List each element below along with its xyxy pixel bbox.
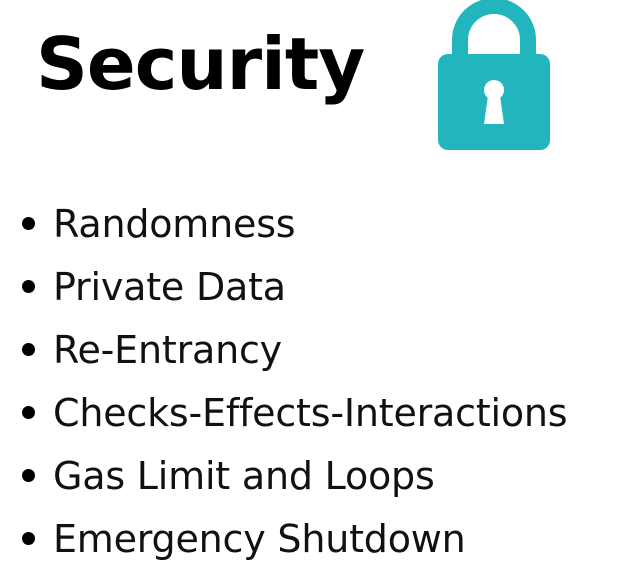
lock-icon bbox=[438, 0, 550, 150]
security-slide: Security Randomness Private Data Re-Entr… bbox=[0, 0, 630, 575]
list-item-label: Checks-Effects-Interactions bbox=[53, 390, 568, 435]
bullet-icon bbox=[22, 280, 35, 293]
list-item: Private Data bbox=[22, 255, 567, 318]
bullet-icon bbox=[22, 217, 35, 230]
list-item: Emergency Shutdown bbox=[22, 507, 567, 570]
bullet-icon bbox=[22, 406, 35, 419]
bullet-icon bbox=[22, 532, 35, 545]
security-topics-list: Randomness Private Data Re-Entrancy Chec… bbox=[22, 192, 568, 570]
bullet-icon bbox=[22, 343, 35, 356]
list-item: Checks-Effects-Interactions bbox=[22, 381, 568, 444]
lock-shackle bbox=[452, 0, 536, 62]
list-item-label: Emergency Shutdown bbox=[53, 516, 466, 561]
list-item: Re-Entrancy bbox=[22, 318, 567, 381]
list-item-label: Gas Limit and Loops bbox=[53, 453, 435, 498]
page-title: Security bbox=[36, 22, 365, 106]
list-item-label: Randomness bbox=[53, 201, 296, 246]
list-item-label: Private Data bbox=[53, 264, 286, 309]
list-item-label: Re-Entrancy bbox=[53, 327, 282, 372]
list-item: Gas Limit and Loops bbox=[22, 444, 567, 507]
list-item: Randomness bbox=[22, 192, 567, 255]
bullet-icon bbox=[22, 469, 35, 482]
